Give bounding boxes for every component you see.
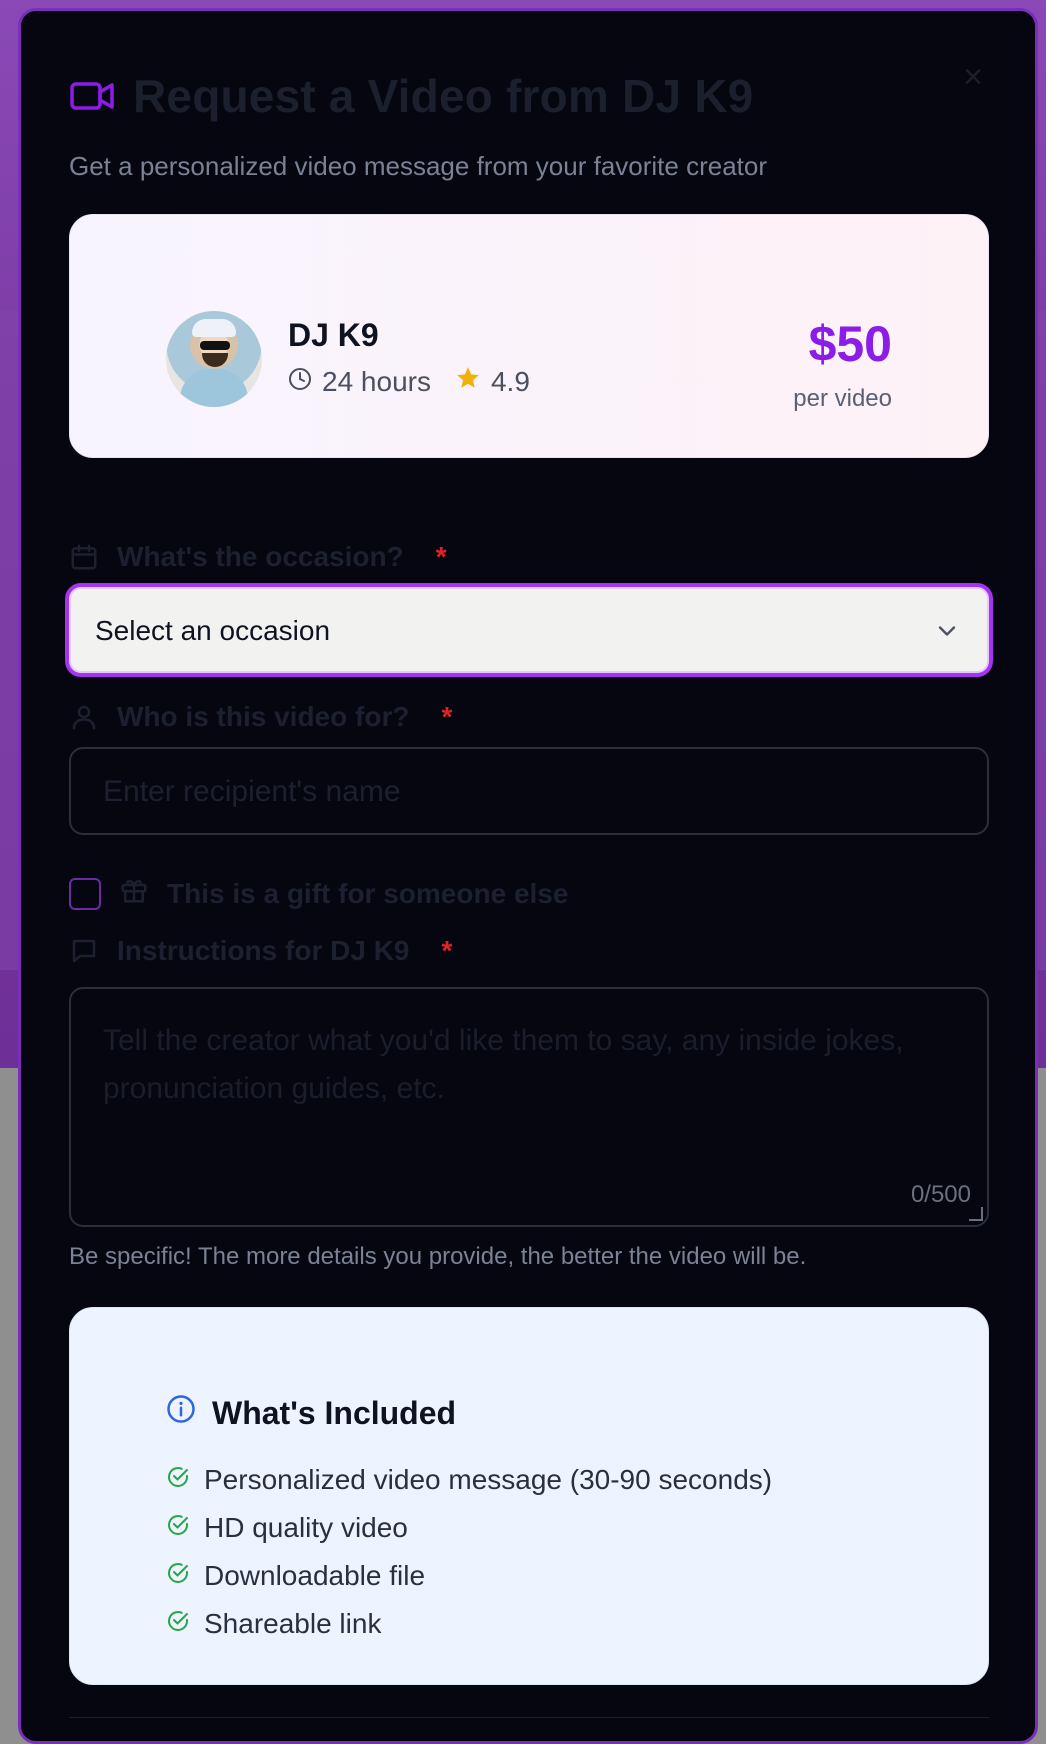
occasion-label-text: What's the occasion? — [117, 541, 404, 572]
required-marker: * — [441, 935, 453, 966]
calendar-icon — [69, 542, 99, 572]
required-marker: * — [435, 541, 447, 572]
recipient-input[interactable]: Enter recipient's name — [69, 747, 989, 835]
instructions-placeholder: Tell the creator what you'd like them to… — [103, 1024, 904, 1105]
recipient-label-text: Who is this video for? — [117, 701, 410, 732]
instructions-textarea[interactable]: Tell the creator what you'd like them to… — [69, 987, 989, 1227]
creator-meta: 24 hours 4.9 — [288, 365, 530, 398]
rating-text: 4.9 — [490, 365, 530, 397]
instructions-label: Instructions for DJ K9 * — [69, 935, 452, 967]
list-item: Downloadable file — [166, 1552, 772, 1600]
recipient-placeholder: Enter recipient's name — [103, 775, 401, 808]
check-circle-icon — [166, 1464, 190, 1496]
chevron-down-icon — [933, 617, 961, 650]
included-item-text: HD quality video — [204, 1512, 408, 1543]
modal-subtitle: Get a personalized video message from yo… — [69, 151, 768, 181]
occasion-select-value: Select an occasion — [95, 615, 331, 646]
included-item-text: Downloadable file — [204, 1560, 426, 1591]
check-circle-icon — [166, 1512, 190, 1544]
included-list: Personalized video message (30-90 second… — [166, 1456, 772, 1648]
instructions-label-text: Instructions for DJ K9 — [117, 935, 410, 966]
modal-header: Request a Video from DJ K9 — [69, 69, 753, 123]
list-item: HD quality video — [166, 1504, 772, 1552]
included-card: What's Included Personalized video messa… — [69, 1307, 989, 1685]
gift-checkbox[interactable] — [69, 877, 101, 910]
request-video-modal: × Request a Video from DJ K9 Get a perso… — [18, 8, 1038, 1744]
avatar — [166, 311, 262, 407]
clock-icon — [288, 366, 312, 398]
list-item: Shareable link — [166, 1600, 772, 1648]
occasion-label: What's the occasion? * — [69, 541, 447, 573]
occasion-select[interactable]: Select an occasion — [65, 583, 993, 677]
instructions-hint: Be specific! The more details you provid… — [69, 1243, 807, 1270]
included-item-text: Shareable link — [204, 1608, 382, 1639]
resize-handle[interactable] — [969, 1207, 983, 1221]
info-icon — [166, 1394, 196, 1432]
check-circle-icon — [166, 1560, 190, 1592]
star-icon — [455, 365, 481, 398]
video-camera-icon — [69, 79, 115, 113]
check-circle-icon — [166, 1608, 190, 1640]
included-title: What's Included — [212, 1394, 457, 1431]
gift-option: This is a gift for someone else — [69, 875, 568, 912]
close-icon: × — [963, 58, 983, 96]
recipient-label: Who is this video for? * — [69, 701, 452, 733]
gift-icon — [119, 875, 149, 912]
included-item-text: Personalized video message (30-90 second… — [204, 1464, 773, 1495]
divider — [69, 1717, 989, 1718]
required-marker: * — [441, 701, 453, 732]
creator-card: DJ K9 24 hours 4.9 $50 per video — [69, 214, 989, 458]
list-item: Personalized video message (30-90 second… — [166, 1456, 772, 1504]
close-button[interactable]: × — [959, 60, 987, 94]
user-icon — [69, 702, 99, 732]
creator-name: DJ K9 — [288, 317, 379, 353]
included-header: What's Included — [166, 1394, 456, 1432]
modal-title: Request a Video from DJ K9 — [133, 70, 754, 122]
price-unit: per video — [793, 385, 892, 412]
message-icon — [69, 936, 99, 966]
turnaround-text: 24 hours — [322, 365, 431, 397]
price: $50 — [808, 316, 892, 372]
character-counter: 0/500 — [910, 1181, 971, 1208]
gift-label[interactable]: This is a gift for someone else — [167, 878, 568, 910]
